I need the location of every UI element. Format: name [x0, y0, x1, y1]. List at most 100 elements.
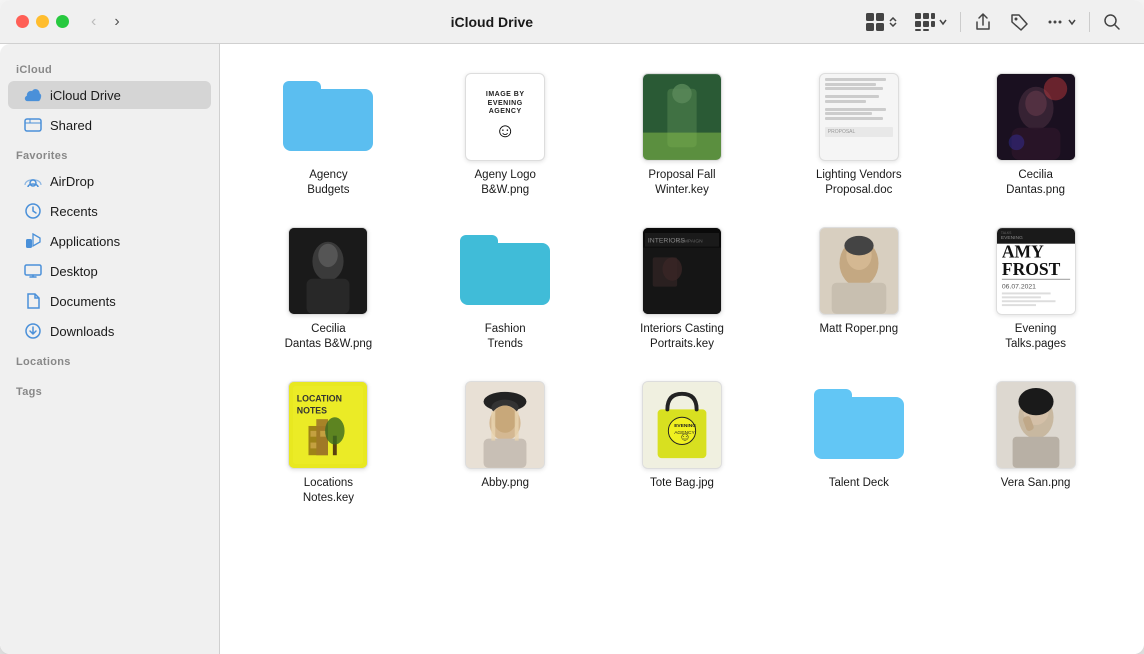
group-view-button[interactable] [908, 7, 954, 37]
airdrop-icon [24, 172, 42, 190]
sidebar-item-shared[interactable]: Shared [8, 111, 211, 139]
file-item-fashion-trends[interactable]: FashionTrends [421, 218, 590, 360]
interiors-svg: INTERIORS CAMPAIGN [643, 227, 721, 315]
file-name-location-notes: LocationsNotes.key [303, 476, 354, 506]
evening-svg: EVENING TALKS AMY FROST 06.07.2021 [997, 227, 1075, 315]
folder-thumbnail-talent-deck [809, 380, 909, 470]
svg-text:LOCATION: LOCATION [297, 393, 342, 403]
file-name-vera-san: Vera San.png [1001, 476, 1071, 491]
search-icon [1102, 12, 1122, 32]
file-item-talent-deck[interactable]: Talent Deck [774, 372, 943, 514]
file-grid: AgencyBudgets IMAGE BYEVENINGAGENCY ☺ Ag… [220, 44, 1144, 654]
file-item-cecilia-dantas[interactable]: CeciliaDantas.png [951, 64, 1120, 206]
window-body: iCloud iCloud Drive Shared [0, 44, 1144, 654]
file-name-evening-talks: EveningTalks.pages [1005, 322, 1066, 352]
file-item-proposal-fall[interactable]: Proposal FallWinter.key [598, 64, 767, 206]
sidebar-item-documents[interactable]: Documents [8, 287, 211, 315]
file-name-lighting-vendors: Lighting VendorsProposal.doc [816, 168, 902, 198]
image-thumbnail-matt-roper [809, 226, 909, 316]
file-name-abby: Abby.png [481, 476, 529, 491]
abby-svg [466, 381, 544, 469]
share-icon [973, 12, 993, 32]
traffic-lights [16, 15, 69, 28]
file-item-vera-san[interactable]: Vera San.png [951, 372, 1120, 514]
svg-text:EVENING: EVENING [674, 423, 696, 429]
file-item-evening-talks[interactable]: EVENING TALKS AMY FROST 06.07.2021 [951, 218, 1120, 360]
file-name-interiors-casting: Interiors CastingPortraits.key [640, 322, 724, 352]
file-name-cecilia-dantas: CeciliaDantas.png [1006, 168, 1065, 198]
cecilia-svg [997, 73, 1075, 161]
file-name-talent-deck: Talent Deck [829, 476, 889, 491]
group-icon [914, 11, 936, 33]
image-thumbnail-proposal-fall [632, 72, 732, 162]
tote-svg: EVENING AGENCY ☺ [643, 381, 721, 469]
svg-text:FROST: FROST [1001, 259, 1060, 279]
forward-button[interactable]: › [108, 9, 125, 35]
file-item-interiors-casting[interactable]: INTERIORS CAMPAIGN Interiors CastingPort… [598, 218, 767, 360]
file-item-lighting-vendors[interactable]: PROPOSAL Lighting VendorsProposal.doc [774, 64, 943, 206]
back-button[interactable]: ‹ [85, 9, 102, 35]
window-frame: ‹ › iCloud Drive [0, 0, 1144, 654]
location-notes-svg: LOCATION NOTES [289, 381, 367, 469]
window-title: iCloud Drive [132, 14, 852, 30]
file-name-fashion-trends: FashionTrends [485, 322, 526, 352]
svg-text:EVENING: EVENING [1000, 235, 1022, 241]
minimize-button[interactable] [36, 15, 49, 28]
file-item-location-notes[interactable]: LOCATION NOTES [244, 372, 413, 514]
file-name-cecilia-bw: CeciliaDantas B&W.png [285, 322, 373, 352]
chevron-down-icon [938, 17, 948, 27]
cloud-icon [24, 86, 42, 104]
share-button[interactable] [967, 8, 999, 36]
file-item-tote-bag[interactable]: EVENING AGENCY ☺ Tote Bag.jpg [598, 372, 767, 514]
sidebar-item-recents[interactable]: Recents [8, 197, 211, 225]
fullscreen-button[interactable] [56, 15, 69, 28]
file-item-matt-roper[interactable]: Matt Roper.png [774, 218, 943, 360]
recents-icon [24, 202, 42, 220]
file-name-agency-logo: Ageny LogoB&W.png [475, 168, 536, 198]
sidebar: iCloud iCloud Drive Shared [0, 44, 220, 654]
file-item-abby[interactable]: Abby.png [421, 372, 590, 514]
documents-icon [24, 292, 42, 310]
file-name-proposal-fall: Proposal FallWinter.key [648, 168, 715, 198]
image-thumbnail-abby [455, 380, 555, 470]
sidebar-label-icloud-drive: iCloud Drive [50, 88, 121, 103]
sidebar-item-applications[interactable]: Applications [8, 227, 211, 255]
image-thumbnail-cecilia-dantas [986, 72, 1086, 162]
cecilia-bw-svg [289, 227, 367, 315]
pages-thumbnail-evening-talks: EVENING TALKS AMY FROST 06.07.2021 [986, 226, 1086, 316]
tag-icon [1009, 12, 1029, 32]
grid-icon [864, 11, 886, 33]
tag-button[interactable] [1003, 8, 1035, 36]
key-thumbnail-location-notes: LOCATION NOTES [278, 380, 378, 470]
search-button[interactable] [1096, 8, 1128, 36]
file-item-agency-logo[interactable]: IMAGE BYEVENINGAGENCY ☺ Ageny LogoB&W.pn… [421, 64, 590, 206]
folder-thumbnail-agency-budgets [278, 72, 378, 162]
svg-text:☺: ☺ [679, 430, 691, 443]
file-item-cecilia-bw[interactable]: CeciliaDantas B&W.png [244, 218, 413, 360]
vera-svg [997, 381, 1075, 469]
sidebar-label-downloads: Downloads [50, 324, 114, 339]
chevron-updown-icon [888, 17, 898, 27]
more-icon [1045, 12, 1065, 32]
shared-icon [24, 116, 42, 134]
image-thumbnail-vera-san [986, 380, 1086, 470]
toolbar-divider-2 [1089, 12, 1090, 32]
matt-svg [820, 227, 898, 315]
sidebar-item-desktop[interactable]: Desktop [8, 257, 211, 285]
sidebar-item-downloads[interactable]: Downloads [8, 317, 211, 345]
file-name-agency-budgets: AgencyBudgets [307, 168, 349, 198]
svg-text:06.07.2021: 06.07.2021 [1001, 283, 1035, 290]
chevron-down-2-icon [1067, 17, 1077, 27]
sidebar-item-airdrop[interactable]: AirDrop [8, 167, 211, 195]
image-thumbnail-tote-bag: EVENING AGENCY ☺ [632, 380, 732, 470]
svg-text:TALKS: TALKS [1000, 231, 1011, 235]
close-button[interactable] [16, 15, 29, 28]
view-grid-button[interactable] [858, 7, 904, 37]
file-item-agency-budgets[interactable]: AgencyBudgets [244, 64, 413, 206]
applications-icon [24, 232, 42, 250]
titlebar: ‹ › iCloud Drive [0, 0, 1144, 44]
sidebar-item-icloud-drive[interactable]: iCloud Drive [8, 81, 211, 109]
sidebar-label-recents: Recents [50, 204, 98, 219]
toolbar-right [858, 7, 1128, 37]
more-button[interactable] [1039, 8, 1083, 36]
